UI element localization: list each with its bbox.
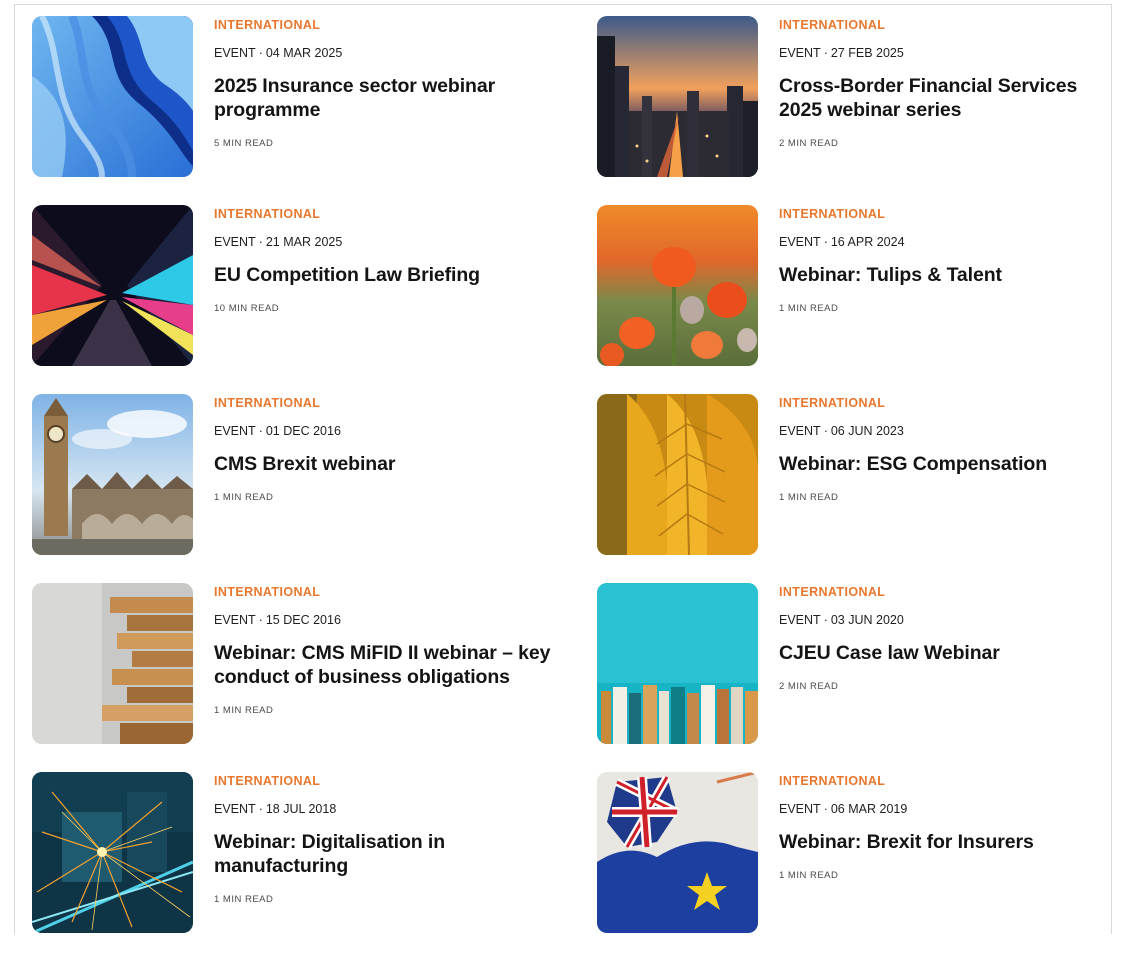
meta-separator: · [823, 46, 828, 60]
event-thumbnail[interactable] [597, 772, 758, 933]
event-title[interactable]: Cross-Border Financial Services 2025 web… [779, 74, 1117, 122]
event-thumbnail[interactable] [597, 583, 758, 744]
read-time: 2 MIN READ [779, 138, 839, 149]
read-time: 1 MIN READ [214, 705, 274, 716]
event-card[interactable]: INTERNATIONAL EVENT · 15 DEC 2016 Webinar:… [32, 583, 597, 772]
category-label: INTERNATIONAL [779, 18, 886, 32]
event-date: 15 DEC 2016 [265, 613, 341, 627]
category-label: INTERNATIONAL [779, 774, 886, 788]
event-type: EVENT [214, 235, 256, 249]
event-meta: EVENT · 06 JUN 2023 [779, 423, 1117, 439]
event-type: EVENT [214, 613, 256, 627]
event-type: EVENT [779, 235, 821, 249]
event-thumbnail[interactable] [597, 394, 758, 555]
event-date: 16 APR 2024 [830, 235, 905, 249]
event-title[interactable]: Webinar: Tulips & Talent [779, 263, 1117, 287]
event-card[interactable]: INTERNATIONAL EVENT · 18 JUL 2018 Webinar:… [32, 772, 597, 961]
event-type: EVENT [779, 46, 821, 60]
event-card[interactable]: INTERNATIONAL EVENT · 06 MAR 2019 Webinar:… [597, 772, 1117, 961]
event-type: EVENT [214, 46, 256, 60]
event-meta: EVENT · 18 JUL 2018 [214, 801, 584, 817]
event-card[interactable]: INTERNATIONAL EVENT · 16 APR 2024 Webinar:… [597, 205, 1117, 394]
event-card[interactable]: INTERNATIONAL EVENT · 06 JUN 2023 Webinar:… [597, 394, 1117, 583]
read-time: 1 MIN READ [214, 492, 274, 503]
event-thumbnail[interactable] [597, 16, 758, 177]
category-label: INTERNATIONAL [214, 774, 321, 788]
meta-separator: · [258, 235, 263, 249]
event-date: 18 JUL 2018 [265, 802, 337, 816]
event-title[interactable]: Webinar: ESG Compensation [779, 452, 1117, 476]
category-label: INTERNATIONAL [779, 207, 886, 221]
event-title[interactable]: Webinar: CMS MiFID II webinar – key cond… [214, 641, 584, 689]
event-title[interactable]: CJEU Case law Webinar [779, 641, 1117, 665]
event-meta: EVENT · 01 DEC 2016 [214, 423, 584, 439]
event-meta: EVENT · 15 DEC 2016 [214, 612, 584, 628]
event-title[interactable]: 2025 Insurance sector webinar programme [214, 74, 584, 122]
event-thumbnail[interactable] [32, 394, 193, 555]
event-title[interactable]: Webinar: Brexit for Insurers [779, 830, 1117, 854]
event-date: 06 JUN 2023 [830, 424, 904, 438]
event-type: EVENT [779, 802, 821, 816]
read-time: 1 MIN READ [779, 492, 839, 503]
read-time: 1 MIN READ [214, 894, 274, 905]
category-label: INTERNATIONAL [779, 396, 886, 410]
category-label: INTERNATIONAL [214, 18, 321, 32]
event-type: EVENT [214, 802, 256, 816]
category-label: INTERNATIONAL [214, 585, 321, 599]
event-meta: EVENT · 03 JUN 2020 [779, 612, 1117, 628]
event-card[interactable]: INTERNATIONAL EVENT · 03 JUN 2020 CJEU Cas… [597, 583, 1117, 772]
meta-separator: · [258, 802, 263, 816]
event-date: 21 MAR 2025 [265, 235, 343, 249]
meta-separator: · [823, 802, 828, 816]
event-thumbnail[interactable] [32, 205, 193, 366]
event-card[interactable]: INTERNATIONAL EVENT · 27 FEB 2025 Cross-Bo… [597, 16, 1117, 205]
event-meta: EVENT · 27 FEB 2025 [779, 45, 1117, 61]
read-time: 10 MIN READ [214, 303, 280, 314]
event-thumbnail[interactable] [32, 583, 193, 744]
event-thumbnail[interactable] [32, 16, 193, 177]
event-title[interactable]: Webinar: Digitalisation in manufacturing [214, 830, 584, 878]
read-time: 2 MIN READ [779, 681, 839, 692]
meta-separator: · [823, 613, 828, 627]
meta-separator: · [258, 424, 263, 438]
meta-separator: · [823, 424, 828, 438]
meta-separator: · [258, 46, 263, 60]
read-time: 1 MIN READ [779, 303, 839, 314]
event-meta: EVENT · 06 MAR 2019 [779, 801, 1117, 817]
category-label: INTERNATIONAL [214, 207, 321, 221]
event-date: 03 JUN 2020 [830, 613, 904, 627]
event-title[interactable]: CMS Brexit webinar [214, 452, 584, 476]
event-date: 01 DEC 2016 [265, 424, 341, 438]
event-type: EVENT [779, 424, 821, 438]
event-thumbnail[interactable] [597, 205, 758, 366]
category-label: INTERNATIONAL [779, 585, 886, 599]
event-meta: EVENT · 21 MAR 2025 [214, 234, 584, 250]
event-date: 27 FEB 2025 [830, 46, 904, 60]
event-thumbnail[interactable] [32, 772, 193, 933]
event-meta: EVENT · 04 MAR 2025 [214, 45, 584, 61]
event-card[interactable]: INTERNATIONAL EVENT · 01 DEC 2016 CMS Brex… [32, 394, 597, 583]
event-meta: EVENT · 16 APR 2024 [779, 234, 1117, 250]
read-time: 5 MIN READ [214, 138, 274, 149]
category-label: INTERNATIONAL [214, 396, 321, 410]
event-card-grid: INTERNATIONAL EVENT · 04 MAR 2025 2025 Ins… [32, 16, 1117, 961]
meta-separator: · [258, 613, 263, 627]
read-time: 1 MIN READ [779, 870, 839, 881]
event-type: EVENT [779, 613, 821, 627]
event-card[interactable]: INTERNATIONAL EVENT · 21 MAR 2025 EU Compe… [32, 205, 597, 394]
event-title[interactable]: EU Competition Law Briefing [214, 263, 584, 287]
event-card[interactable]: INTERNATIONAL EVENT · 04 MAR 2025 2025 Ins… [32, 16, 597, 205]
event-date: 04 MAR 2025 [265, 46, 343, 60]
meta-separator: · [823, 235, 828, 249]
event-date: 06 MAR 2019 [830, 802, 908, 816]
event-type: EVENT [214, 424, 256, 438]
